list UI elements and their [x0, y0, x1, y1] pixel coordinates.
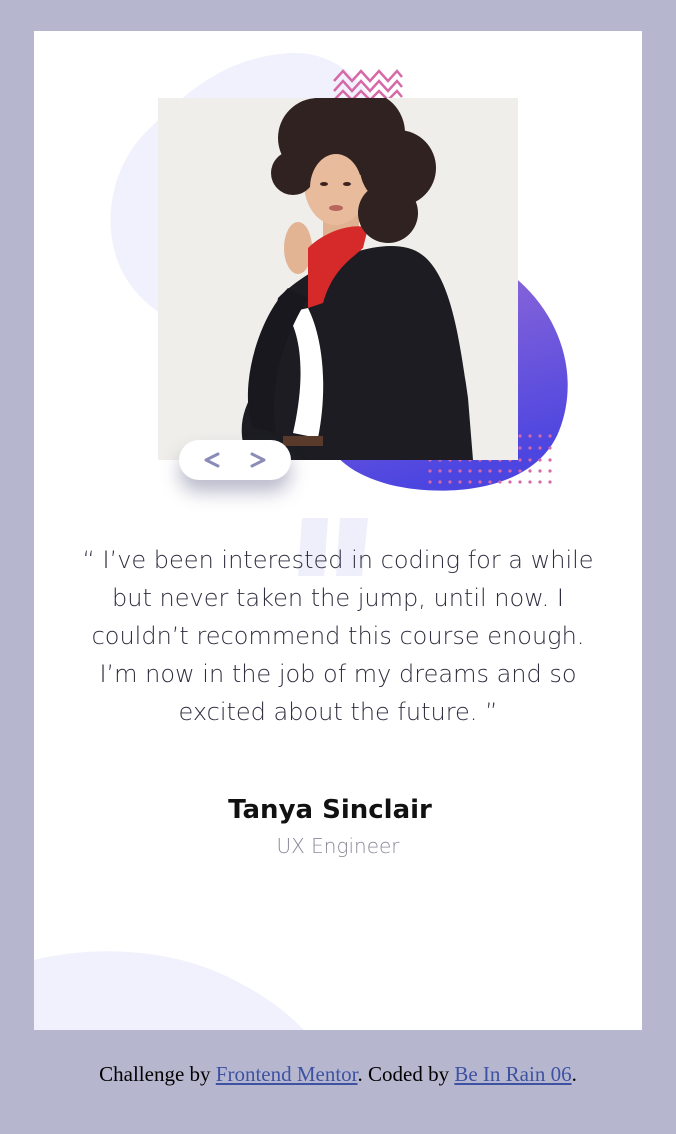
testimonial-quote: “ I’ve been interested in coding for a w… — [82, 546, 594, 726]
footer-middle: . Coded by — [357, 1062, 455, 1086]
frontend-mentor-link[interactable]: Frontend Mentor — [216, 1062, 358, 1086]
chevron-left-icon — [204, 452, 220, 468]
footer-suffix: . — [571, 1062, 577, 1086]
author-role: UX Engineer — [276, 834, 400, 858]
attribution-footer: Challenge by Frontend Mentor. Coded by B… — [0, 1062, 676, 1087]
author-link[interactable]: Be In Rain 06 — [454, 1062, 571, 1086]
next-button[interactable] — [242, 444, 274, 476]
author-name: Tanya Sinclair — [228, 795, 432, 825]
profile-photo — [158, 98, 518, 460]
footer-prefix: Challenge by — [99, 1062, 216, 1086]
chevron-right-icon — [250, 452, 266, 468]
person-illustration — [158, 98, 518, 460]
previous-button[interactable] — [196, 444, 228, 476]
bottom-blob-decoration — [34, 951, 304, 1030]
testimonial-card: “ I’ve been interested in coding for a w… — [34, 31, 642, 1030]
slider-navigation — [179, 440, 291, 480]
zigzag-pattern-decoration — [333, 69, 403, 101]
